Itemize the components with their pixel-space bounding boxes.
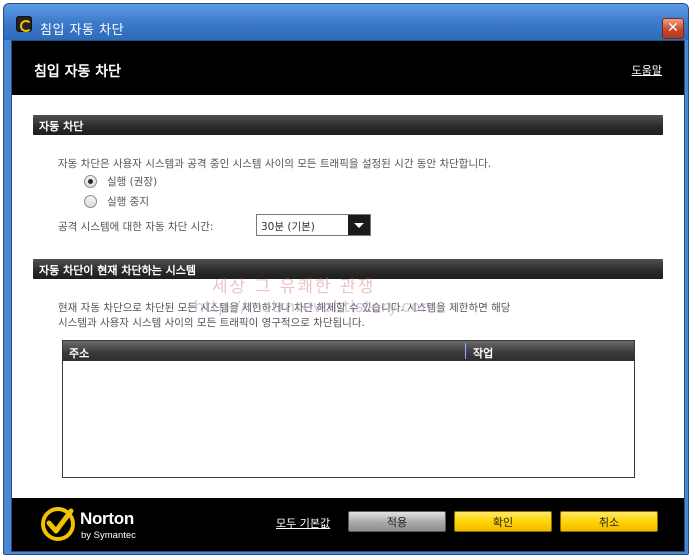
blocked-systems-table[interactable]: 주소 작업 [62,340,635,478]
reset-defaults-link[interactable]: 모두 기본값 [276,515,330,531]
brand-name: Norton [80,509,134,528]
close-button[interactable]: ✕ [662,18,684,39]
help-link[interactable]: 도움말 [632,62,662,78]
footer-bar: Norton by Symantec 모두 기본값 적용 확인 취소 [12,498,684,551]
column-divider[interactable] [465,343,466,359]
radio-button[interactable] [84,195,97,208]
duration-select-value: 30분 (기본) [261,221,315,233]
watermark-url: http://mstrnrevol.tistory.com [194,297,438,316]
radio-button-checked[interactable] [84,175,97,188]
autoblock-description: 자동 차단은 사용자 시스템과 공격 중인 시스템 사이의 모든 트래픽을 설정… [58,158,492,170]
window-title: 침입 자동 차단 [40,23,125,38]
title-bar[interactable]: 침입 자동 차단 ✕ [4,4,688,40]
page-title: 침입 자동 차단 [34,64,122,80]
norton-app-icon [16,16,32,32]
watermark-text: 세상 그 유쾌한 관쟁 [212,277,376,297]
apply-button[interactable]: 적용 [348,511,446,532]
cancel-button[interactable]: 취소 [560,511,658,532]
column-header-action[interactable]: 작업 [473,345,493,361]
radio-option-off[interactable]: 실행 중지 [84,194,149,209]
norton-checkmark-icon [41,507,75,541]
radio-label: 실행 (권장) [107,176,158,188]
section-header-autoblock: 자동 차단 [33,115,663,135]
dialog-client: 침입 자동 차단 도움말 자동 차단 자동 차단은 사용자 시스템과 공격 중인… [11,40,685,552]
table-header: 주소 작업 [63,341,634,361]
brand-subtitle: by Symantec [81,530,136,541]
radio-option-on[interactable]: 실행 (권장) [84,174,157,189]
blocked-description-line2: 시스템과 사용자 시스템 사이의 모든 트래픽이 영구적으로 차단됩니다. [58,317,365,329]
chevron-down-icon[interactable] [348,215,370,235]
ok-button[interactable]: 확인 [454,511,552,532]
duration-select[interactable]: 30분 (기본) [256,214,371,236]
section-title: 자동 차단이 현재 차단하는 시스템 [39,264,196,277]
radio-label: 실행 중지 [107,196,149,208]
header-band: 침입 자동 차단 도움말 [12,41,684,95]
column-header-address[interactable]: 주소 [69,345,89,361]
section-title: 자동 차단 [39,120,84,133]
duration-label: 공격 시스템에 대한 자동 차단 시간: [58,221,214,233]
